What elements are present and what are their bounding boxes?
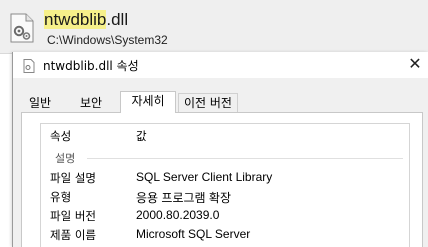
list-item[interactable]: 제품 이름 Microsoft SQL Server (41, 227, 409, 245)
list-item[interactable]: 파일 설명 SQL Server Client Library (41, 170, 409, 188)
file-name: ntwdblib.dll (44, 10, 128, 30)
dll-file-icon (8, 13, 36, 43)
column-header-property[interactable]: 속성 (50, 128, 71, 144)
property-value: 응용 프로그램 확장 (136, 191, 231, 205)
list-header: 속성 값 (41, 124, 409, 146)
property-value: SQL Server Client Library (136, 170, 273, 184)
close-button[interactable]: ✕ (403, 53, 427, 77)
property-value: 2000.80.2039.0 (136, 208, 220, 222)
details-panel: 속성 값 설명 파일 설명 SQL Server Client Library … (21, 112, 423, 247)
group-label: 설명 (55, 150, 80, 166)
tab-previous-versions[interactable]: 이전 버전 (178, 93, 238, 112)
property-value: Microsoft SQL Server (136, 227, 251, 241)
dialog-title: ntwdblib.dll 속성 (43, 59, 139, 73)
column-header-value[interactable]: 값 (136, 128, 147, 144)
tab-details[interactable]: 자세히 (120, 91, 176, 113)
details-list[interactable]: 속성 값 설명 파일 설명 SQL Server Client Library … (40, 123, 410, 247)
list-item[interactable]: 파일 버전 2000.80.2039.0 (41, 208, 409, 226)
search-highlight: ntwdblib (44, 10, 107, 29)
property-name: 파일 버전 (50, 209, 96, 223)
group-divider (87, 158, 403, 159)
dialog-titlebar[interactable]: ntwdblib.dll 속성 ✕ (13, 52, 428, 78)
property-name: 제품 이름 (50, 228, 96, 242)
search-result-item[interactable]: ntwdblib.dll C:\Windows\System32 (0, 0, 428, 54)
property-name: 파일 설명 (50, 171, 96, 185)
group-description: 설명 (41, 149, 409, 167)
list-item[interactable]: 유형 응용 프로그램 확장 (41, 189, 409, 207)
properties-dialog: ntwdblib.dll 속성 ✕ 일반 보안 자세히 이전 버전 속성 값 설… (12, 52, 428, 247)
property-name: 유형 (50, 190, 72, 204)
file-path: C:\Windows\System32 (47, 33, 168, 47)
file-icon (23, 58, 35, 73)
dialog-body: 일반 보안 자세히 이전 버전 속성 값 설명 파일 설명 SQL Server… (13, 78, 428, 247)
file-extension: .dll (106, 10, 129, 29)
tab-general[interactable]: 일반 (21, 93, 59, 112)
tab-security[interactable]: 보안 (66, 93, 116, 112)
